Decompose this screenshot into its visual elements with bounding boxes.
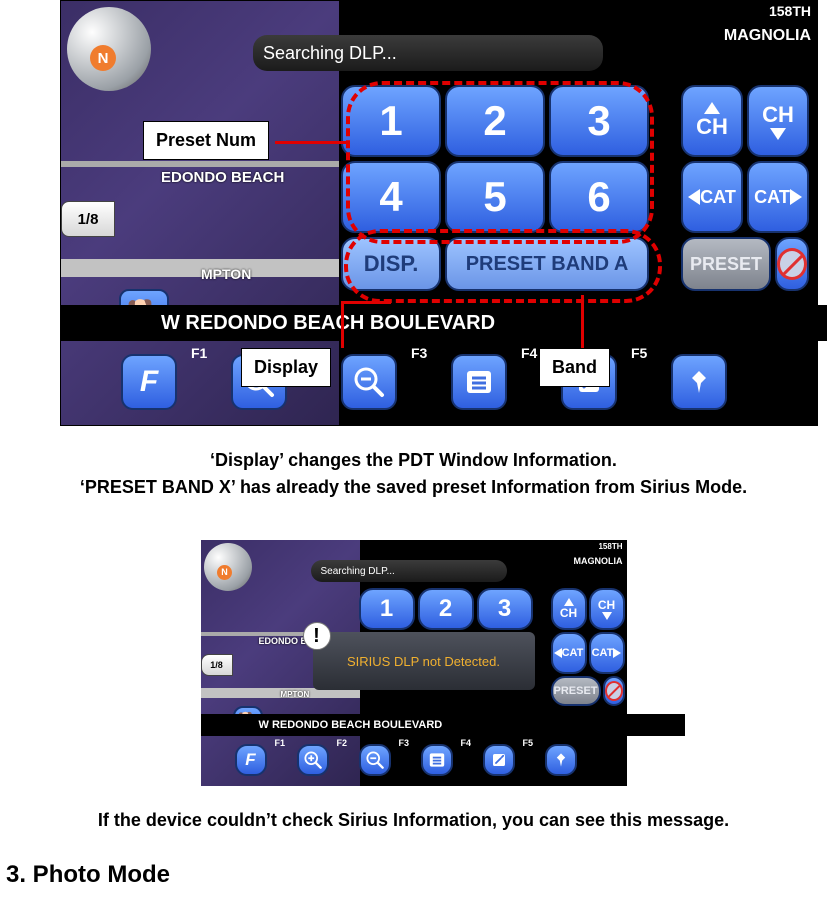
preset-3-button[interactable]: 3 xyxy=(549,85,649,157)
disp-button[interactable]: DISP. xyxy=(341,237,441,291)
category-label: CAT xyxy=(592,647,614,659)
list-icon xyxy=(428,751,446,769)
triangle-right-icon xyxy=(790,189,802,205)
status-searching: Searching DLP... xyxy=(253,35,603,71)
function-key-row: F xyxy=(201,736,607,784)
magnifier-minus-icon xyxy=(352,365,386,399)
map-label-redondo: EDONDO BEACH xyxy=(161,169,284,186)
callout-band: Band xyxy=(539,348,610,387)
pin-button[interactable] xyxy=(671,354,727,410)
function-key-row: F xyxy=(61,341,781,423)
triangle-down-icon xyxy=(770,128,786,140)
map-label-158th: 158TH xyxy=(769,3,811,19)
callout-display: Display xyxy=(241,348,331,387)
category-right-button[interactable]: CAT xyxy=(589,632,625,674)
preset-1-button[interactable]: 1 xyxy=(359,588,415,630)
zoom-in-button[interactable] xyxy=(297,744,329,776)
caption-not-detected: If the device couldn’t check Sirius Info… xyxy=(40,810,787,831)
preset-band-button[interactable]: PRESET BAND A xyxy=(445,237,649,291)
pin-button[interactable] xyxy=(545,744,577,776)
category-label: CAT xyxy=(700,187,736,208)
channel-label: CH xyxy=(762,102,794,128)
compass-icon[interactable]: N xyxy=(67,7,151,91)
compass-north-label: N xyxy=(90,45,116,71)
preset-1-button[interactable]: 1 xyxy=(341,85,441,157)
preset-4-button[interactable]: 4 xyxy=(341,161,441,233)
triangle-down-icon xyxy=(602,612,612,620)
channel-up-button[interactable]: CH xyxy=(681,85,743,157)
triangle-up-icon xyxy=(704,102,720,114)
category-label: CAT xyxy=(754,187,790,208)
screenshot-sirius-preset: N 158TH MAGNOLIA EDONDO BEACH MPTON 1/8 … xyxy=(60,0,818,426)
channel-up-button[interactable]: CH xyxy=(551,588,587,630)
alert-text: SIRIUS DLP not Detected. xyxy=(347,654,500,669)
channel-down-button[interactable]: CH xyxy=(589,588,625,630)
current-street: W REDONDO BEACH BOULEVARD xyxy=(201,714,685,736)
map-label-158th: 158TH xyxy=(598,542,622,551)
triangle-up-icon xyxy=(564,598,574,606)
map-label-mpton: MPTON xyxy=(201,266,251,282)
annotation-line xyxy=(341,301,391,304)
preset-6-button[interactable]: 6 xyxy=(549,161,649,233)
category-right-button[interactable]: CAT xyxy=(747,161,809,233)
status-searching: Searching DLP... xyxy=(311,560,507,582)
alert-sirius-not-detected: ! SIRIUS DLP not Detected. xyxy=(313,632,535,690)
map-road xyxy=(61,259,339,277)
preset-5-button[interactable]: 5 xyxy=(445,161,545,233)
zoom-out-button[interactable] xyxy=(341,354,397,410)
preset-2-button[interactable]: 2 xyxy=(418,588,474,630)
category-left-button[interactable]: CAT xyxy=(551,632,587,674)
alert-icon: ! xyxy=(303,622,331,650)
list-button[interactable] xyxy=(421,744,453,776)
tools-button[interactable] xyxy=(483,744,515,776)
magnifier-plus-icon xyxy=(303,750,323,770)
channel-label: CH xyxy=(598,598,615,612)
channel-label: CH xyxy=(560,606,577,620)
annotation-line xyxy=(341,301,344,348)
mute-button[interactable] xyxy=(775,237,809,291)
map-road xyxy=(61,161,339,167)
caption-preset-band: ‘PRESET BAND X’ has already the saved pr… xyxy=(40,477,787,498)
no-headset-icon xyxy=(605,681,623,701)
map-label-mpton: MPTON xyxy=(281,690,310,699)
tools-icon xyxy=(490,751,508,769)
triangle-left-icon xyxy=(554,648,562,658)
preset-button[interactable]: PRESET xyxy=(551,676,601,706)
triangle-left-icon xyxy=(688,189,700,205)
caption-display: ‘Display’ changes the PDT Window Informa… xyxy=(40,450,787,471)
map-label-magnolia: MAGNOLIA xyxy=(724,27,811,45)
zoom-out-button[interactable] xyxy=(359,744,391,776)
compass-north-label: N xyxy=(217,565,232,580)
pin-icon xyxy=(684,367,714,397)
map-scale-tab[interactable]: 1/8 xyxy=(61,201,115,237)
section-heading-photo-mode: 3. Photo Mode xyxy=(6,861,827,889)
map-label-magnolia: MAGNOLIA xyxy=(574,556,623,566)
map-scale-tab[interactable]: 1/8 xyxy=(201,654,233,676)
triangle-right-icon xyxy=(613,648,621,658)
no-headset-icon xyxy=(777,248,807,280)
channel-down-button[interactable]: CH xyxy=(747,85,809,157)
preset-2-button[interactable]: 2 xyxy=(445,85,545,157)
magnifier-minus-icon xyxy=(365,750,385,770)
annotation-line xyxy=(275,141,349,144)
callout-preset-num: Preset Num xyxy=(143,121,269,160)
list-button[interactable] xyxy=(451,354,507,410)
pin-icon xyxy=(552,751,570,769)
current-street: W REDONDO BEACH BOULEVARD xyxy=(61,305,827,341)
preset-button[interactable]: PRESET xyxy=(681,237,771,291)
annotation-line xyxy=(581,295,584,348)
f-menu-button[interactable]: F xyxy=(121,354,177,410)
category-left-button[interactable]: CAT xyxy=(681,161,743,233)
channel-label: CH xyxy=(696,114,728,140)
screenshot-sirius-not-detected: N 158TH MAGNOLIA EDONDO BEACH MPTON 1/8 … xyxy=(201,540,627,786)
list-icon xyxy=(464,367,494,397)
preset-3-button[interactable]: 3 xyxy=(477,588,533,630)
mute-button[interactable] xyxy=(603,676,625,706)
f-menu-button[interactable]: F xyxy=(235,744,267,776)
compass-icon[interactable]: N xyxy=(204,543,252,591)
category-label: CAT xyxy=(562,647,584,659)
